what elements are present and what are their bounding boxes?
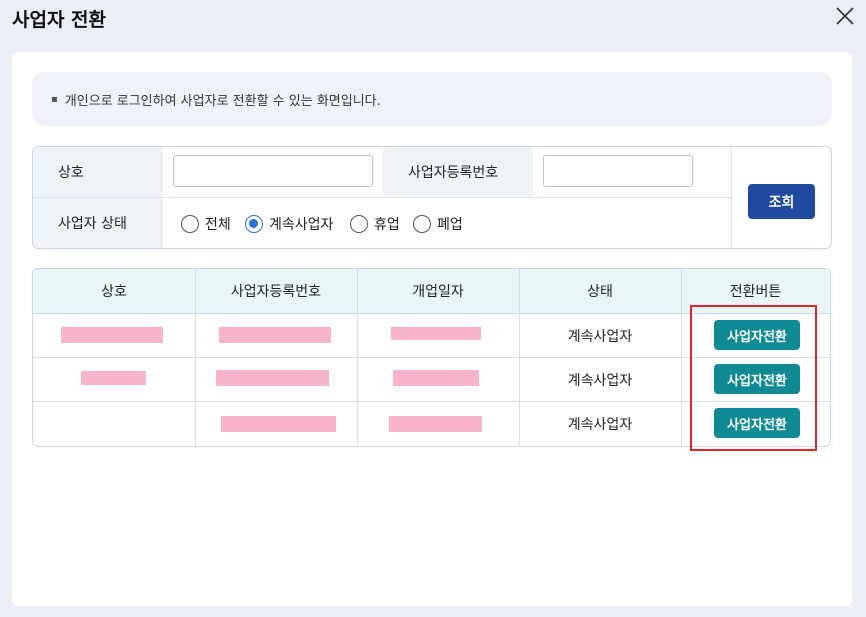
redacted-open-date (393, 370, 479, 386)
radio-suspended[interactable]: 휴업 (350, 214, 400, 234)
redacted-name (61, 327, 163, 343)
radio-all-label: 전체 (205, 217, 231, 233)
switch-business-button[interactable]: 사업자전환 (714, 320, 800, 350)
col-header-status: 상태 (587, 284, 613, 300)
radio-all-circle[interactable] (181, 215, 199, 233)
redacted-regno (216, 370, 329, 386)
radio-suspended-circle[interactable] (350, 215, 368, 233)
redacted-regno (219, 327, 331, 343)
bullet-icon: ▪ (51, 93, 58, 105)
dialog-panel: ▪ 개인으로 로그인하여 사업자로 전환할 수 있는 화면입니다. 상호 사업자… (12, 52, 852, 606)
name-input[interactable] (173, 155, 373, 187)
radio-closed[interactable]: 폐업 (413, 214, 463, 234)
search-form: 상호 사업자등록번호 사업자 상태 전체 계속사업자 휴업 폐업 조회 (32, 146, 832, 249)
radio-continuing-circle[interactable] (245, 215, 263, 233)
dialog-title: 사업자 전환 (12, 9, 107, 31)
radio-continuing-label: 계속사업자 (269, 217, 334, 233)
regno-label: 사업자등록번호 (383, 147, 533, 197)
redacted-open-date (389, 416, 482, 432)
search-button[interactable]: 조회 (748, 184, 815, 219)
redacted-open-date (391, 327, 481, 340)
radio-suspended-label: 휴업 (374, 217, 400, 233)
regno-input[interactable] (543, 155, 693, 187)
button-column-divider (731, 147, 732, 248)
status-label: 사업자 상태 (33, 198, 163, 248)
notice-text: 개인으로 로그인하여 사업자로 전환할 수 있는 화면입니다. (64, 93, 381, 109)
radio-continuing[interactable]: 계속사업자 (245, 214, 333, 234)
row-divider (33, 357, 830, 358)
col-header-open-date: 개업일자 (412, 284, 464, 300)
radio-closed-circle[interactable] (413, 215, 431, 233)
col-header-action: 전환버튼 (729, 284, 782, 300)
row-divider (33, 401, 830, 402)
result-table: 상호 사업자등록번호 개업일자 상태 전환버튼 계속사업자 사업자전환 계속사업… (32, 268, 831, 447)
row-status: 계속사업자 (567, 372, 633, 389)
row-status: 계속사업자 (567, 416, 633, 433)
name-label: 상호 (33, 147, 163, 197)
notice-box: ▪ 개인으로 로그인하여 사업자로 전환할 수 있는 화면입니다. (32, 72, 832, 126)
redacted-regno (221, 416, 336, 432)
switch-business-button[interactable]: 사업자전환 (714, 408, 800, 438)
radio-all[interactable]: 전체 (181, 214, 231, 234)
close-icon[interactable] (833, 4, 857, 28)
col-header-regno: 사업자등록번호 (230, 284, 322, 300)
radio-closed-label: 폐업 (437, 217, 463, 233)
row-status: 계속사업자 (567, 328, 633, 345)
redacted-name (81, 371, 146, 385)
switch-business-button[interactable]: 사업자전환 (714, 364, 800, 394)
col-header-name: 상호 (101, 284, 127, 300)
